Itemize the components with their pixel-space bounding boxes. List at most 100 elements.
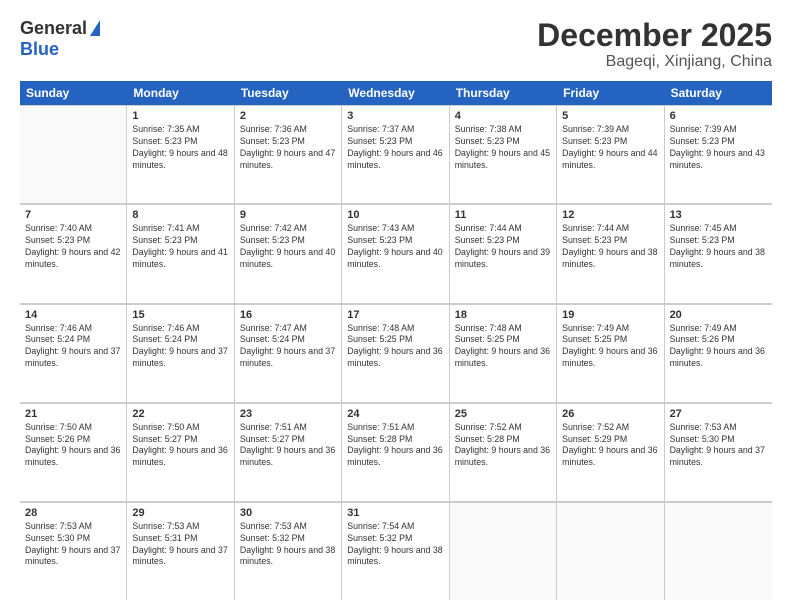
- day-number: 29: [132, 507, 228, 519]
- cell-info: Sunrise: 7:36 AM Sunset: 5:23 PM Dayligh…: [240, 124, 336, 172]
- day-number: 21: [25, 408, 121, 420]
- calendar-header-cell: Wednesday: [342, 81, 449, 105]
- day-number: 31: [347, 507, 443, 519]
- calendar: SundayMondayTuesdayWednesdayThursdayFrid…: [20, 81, 772, 600]
- calendar-cell: 30 Sunrise: 7:53 AM Sunset: 5:32 PM Dayli…: [235, 503, 342, 600]
- cell-info: Sunrise: 7:35 AM Sunset: 5:23 PM Dayligh…: [132, 124, 228, 172]
- calendar-cell: 22 Sunrise: 7:50 AM Sunset: 5:27 PM Dayli…: [127, 404, 234, 501]
- cell-info: Sunrise: 7:46 AM Sunset: 5:24 PM Dayligh…: [25, 323, 121, 371]
- logo-triangle-icon: [90, 20, 100, 36]
- cell-info: Sunrise: 7:48 AM Sunset: 5:25 PM Dayligh…: [347, 323, 443, 371]
- calendar-cell: 17Sunrise: 7:48 AM Sunset: 5:25 PM Dayli…: [342, 305, 449, 402]
- calendar-cell: 2 Sunrise: 7:36 AM Sunset: 5:23 PM Daylig…: [235, 106, 342, 203]
- calendar-cell: 20 Sunrise: 7:49 AM Sunset: 5:26 PM Dayli…: [665, 305, 772, 402]
- calendar-cell: 18 Sunrise: 7:48 AM Sunset: 5:25 PM Dayli…: [450, 305, 557, 402]
- calendar-row: 7 Sunrise: 7:40 AM Sunset: 5:23 PM Daylig…: [20, 204, 772, 303]
- logo-general-text: General: [20, 18, 87, 39]
- cell-info: Sunrise: 7:37 AM Sunset: 5:23 PM Dayligh…: [347, 124, 443, 172]
- day-number: 19: [562, 309, 658, 321]
- cell-info: Sunrise: 7:53 AM Sunset: 5:32 PM Dayligh…: [240, 521, 336, 569]
- title-section: December 2025 Bageqi, Xinjiang, China: [537, 18, 772, 71]
- day-number: 24: [347, 408, 443, 420]
- day-number: 26: [562, 408, 658, 420]
- subtitle: Bageqi, Xinjiang, China: [537, 53, 772, 71]
- calendar-header: SundayMondayTuesdayWednesdayThursdayFrid…: [20, 81, 772, 105]
- day-number: 4: [455, 110, 551, 122]
- day-number: 22: [132, 408, 228, 420]
- calendar-cell: 24 Sunrise: 7:51 AM Sunset: 5:28 PM Dayli…: [342, 404, 449, 501]
- cell-info: Sunrise: 7:50 AM Sunset: 5:27 PM Dayligh…: [132, 422, 228, 470]
- cell-info: Sunrise: 7:44 AM Sunset: 5:23 PM Dayligh…: [455, 223, 551, 271]
- calendar-cell: 26 Sunrise: 7:52 AM Sunset: 5:29 PM Dayli…: [557, 404, 664, 501]
- day-number: 14: [25, 309, 121, 321]
- calendar-cell: 23Sunrise: 7:51 AM Sunset: 5:27 PM Dayli…: [235, 404, 342, 501]
- calendar-header-cell: Monday: [127, 81, 234, 105]
- calendar-cell: 3Sunrise: 7:37 AM Sunset: 5:23 PM Daylig…: [342, 106, 449, 203]
- cell-info: Sunrise: 7:47 AM Sunset: 5:24 PM Dayligh…: [240, 323, 336, 371]
- calendar-cell: 6 Sunrise: 7:39 AM Sunset: 5:23 PM Daylig…: [665, 106, 772, 203]
- calendar-cell: 16 Sunrise: 7:47 AM Sunset: 5:24 PM Dayli…: [235, 305, 342, 402]
- calendar-cell: 13Sunrise: 7:45 AM Sunset: 5:23 PM Dayli…: [665, 205, 772, 302]
- calendar-row: 21Sunrise: 7:50 AM Sunset: 5:26 PM Dayli…: [20, 403, 772, 502]
- calendar-cell: [665, 503, 772, 600]
- calendar-cell: 11 Sunrise: 7:44 AM Sunset: 5:23 PM Dayli…: [450, 205, 557, 302]
- cell-info: Sunrise: 7:38 AM Sunset: 5:23 PM Dayligh…: [455, 124, 551, 172]
- cell-info: Sunrise: 7:39 AM Sunset: 5:23 PM Dayligh…: [670, 124, 767, 172]
- calendar-header-cell: Friday: [557, 81, 664, 105]
- cell-info: Sunrise: 7:49 AM Sunset: 5:26 PM Dayligh…: [670, 323, 767, 371]
- day-number: 30: [240, 507, 336, 519]
- calendar-cell: [557, 503, 664, 600]
- calendar-cell: 12Sunrise: 7:44 AM Sunset: 5:23 PM Dayli…: [557, 205, 664, 302]
- cell-info: Sunrise: 7:39 AM Sunset: 5:23 PM Dayligh…: [562, 124, 658, 172]
- cell-info: Sunrise: 7:54 AM Sunset: 5:32 PM Dayligh…: [347, 521, 443, 569]
- page: General Blue December 2025 Bageqi, Xinji…: [0, 0, 792, 612]
- day-number: 2: [240, 110, 336, 122]
- calendar-cell: 9Sunrise: 7:42 AM Sunset: 5:23 PM Daylig…: [235, 205, 342, 302]
- calendar-row: 1 Sunrise: 7:35 AM Sunset: 5:23 PM Daylig…: [20, 105, 772, 204]
- day-number: 16: [240, 309, 336, 321]
- calendar-cell: [20, 106, 127, 203]
- logo-blue-text: Blue: [20, 39, 59, 60]
- day-number: 9: [240, 209, 336, 221]
- cell-info: Sunrise: 7:41 AM Sunset: 5:23 PM Dayligh…: [132, 223, 228, 271]
- header: General Blue December 2025 Bageqi, Xinji…: [20, 18, 772, 71]
- day-number: 8: [132, 209, 228, 221]
- cell-info: Sunrise: 7:53 AM Sunset: 5:30 PM Dayligh…: [670, 422, 767, 470]
- day-number: 1: [132, 110, 228, 122]
- day-number: 27: [670, 408, 767, 420]
- cell-info: Sunrise: 7:52 AM Sunset: 5:29 PM Dayligh…: [562, 422, 658, 470]
- cell-info: Sunrise: 7:48 AM Sunset: 5:25 PM Dayligh…: [455, 323, 551, 371]
- cell-info: Sunrise: 7:52 AM Sunset: 5:28 PM Dayligh…: [455, 422, 551, 470]
- calendar-cell: 4 Sunrise: 7:38 AM Sunset: 5:23 PM Daylig…: [450, 106, 557, 203]
- cell-info: Sunrise: 7:43 AM Sunset: 5:23 PM Dayligh…: [347, 223, 443, 271]
- calendar-cell: 31 Sunrise: 7:54 AM Sunset: 5:32 PM Dayli…: [342, 503, 449, 600]
- calendar-header-cell: Saturday: [665, 81, 772, 105]
- cell-info: Sunrise: 7:51 AM Sunset: 5:28 PM Dayligh…: [347, 422, 443, 470]
- calendar-cell: 7 Sunrise: 7:40 AM Sunset: 5:23 PM Daylig…: [20, 205, 127, 302]
- cell-info: Sunrise: 7:46 AM Sunset: 5:24 PM Dayligh…: [132, 323, 228, 371]
- calendar-cell: 8 Sunrise: 7:41 AM Sunset: 5:23 PM Daylig…: [127, 205, 234, 302]
- cell-info: Sunrise: 7:53 AM Sunset: 5:31 PM Dayligh…: [132, 521, 228, 569]
- main-title: December 2025: [537, 18, 772, 53]
- day-number: 12: [562, 209, 658, 221]
- day-number: 28: [25, 507, 121, 519]
- calendar-header-cell: Sunday: [20, 81, 127, 105]
- logo: General Blue: [20, 18, 100, 60]
- cell-info: Sunrise: 7:49 AM Sunset: 5:25 PM Dayligh…: [562, 323, 658, 371]
- calendar-cell: 19 Sunrise: 7:49 AM Sunset: 5:25 PM Dayli…: [557, 305, 664, 402]
- calendar-cell: [450, 503, 557, 600]
- day-number: 18: [455, 309, 551, 321]
- day-number: 13: [670, 209, 767, 221]
- day-number: 23: [240, 408, 336, 420]
- day-number: 20: [670, 309, 767, 321]
- calendar-cell: 21Sunrise: 7:50 AM Sunset: 5:26 PM Dayli…: [20, 404, 127, 501]
- day-number: 6: [670, 110, 767, 122]
- day-number: 7: [25, 209, 121, 221]
- calendar-cell: 29 Sunrise: 7:53 AM Sunset: 5:31 PM Dayli…: [127, 503, 234, 600]
- day-number: 11: [455, 209, 551, 221]
- calendar-header-cell: Thursday: [450, 81, 557, 105]
- calendar-body: 1 Sunrise: 7:35 AM Sunset: 5:23 PM Daylig…: [20, 105, 772, 600]
- cell-info: Sunrise: 7:40 AM Sunset: 5:23 PM Dayligh…: [25, 223, 121, 271]
- day-number: 15: [132, 309, 228, 321]
- day-number: 5: [562, 110, 658, 122]
